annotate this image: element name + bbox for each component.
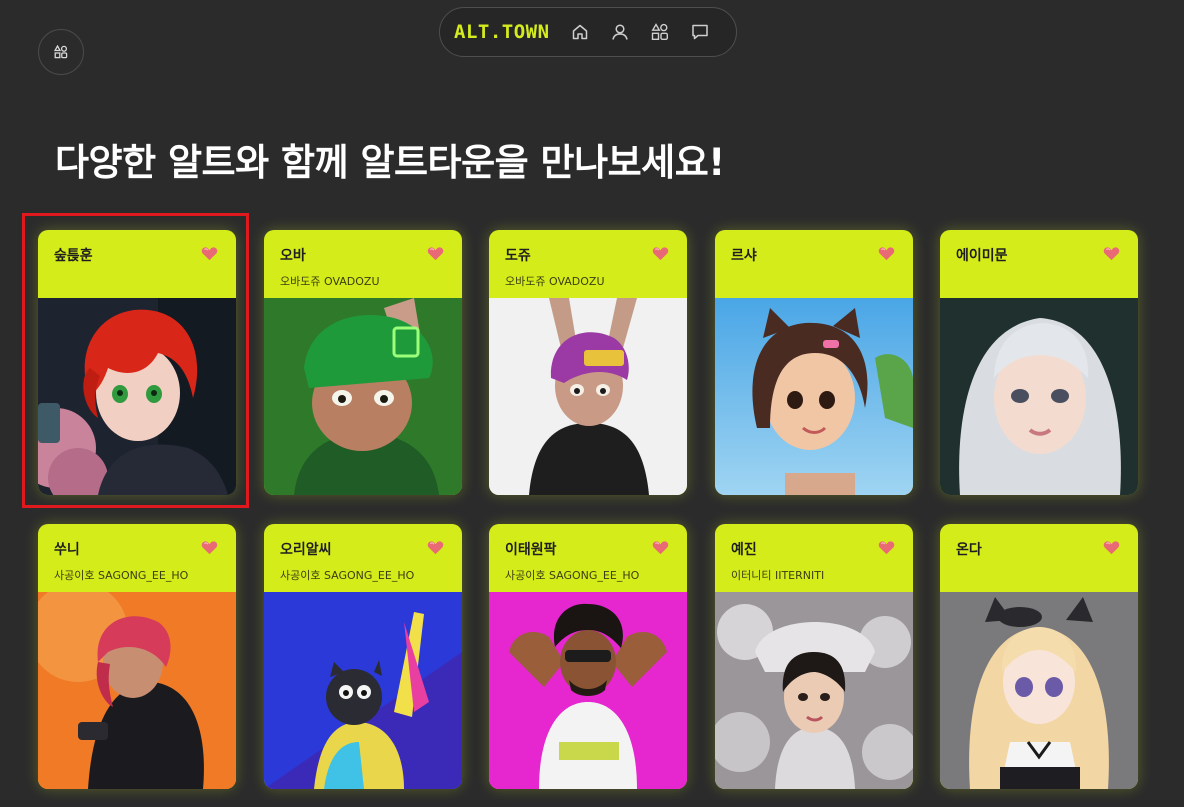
card-header: 쑤니 사공이호 SAGONG_EE_HO [38,524,236,592]
character-image [940,592,1138,789]
alt-card[interactable]: 도쥬 오바도쥬 OVADOZU [489,230,687,495]
nav-home[interactable] [560,12,600,52]
card-header: 도쥬 오바도쥬 OVADOZU [489,230,687,298]
card-header: 오리알씨 사공이호 SAGONG_EE_HO [264,524,462,592]
shapes-icon [651,23,668,41]
home-icon [572,24,587,40]
nav-alts[interactable] [640,12,680,52]
character-image [38,298,236,495]
nav-chat[interactable] [680,12,720,52]
card-name: 오바 [280,248,306,264]
card-name: 도쥬 [505,248,531,264]
card-creator: 오바도쥬 OVADOZU [280,275,380,288]
card-creator: 사공이호 SAGONG_EE_HO [505,569,640,582]
card-name: 르샤 [731,248,757,264]
card-creator: 이터니티 IITERNITI [731,569,825,582]
user-icon [611,24,628,40]
heart-icon[interactable] [878,540,895,555]
character-image [940,298,1138,495]
heart-icon[interactable] [427,246,444,261]
card-name: 숲튽훈 [54,248,93,264]
heart-icon[interactable] [201,540,218,555]
alt-card[interactable]: 숲튽훈 [38,230,236,495]
card-header: 온다 [940,524,1138,592]
heart-icon[interactable] [1103,246,1120,261]
card-creator: 사공이호 SAGONG_EE_HO [54,569,189,582]
card-name: 이태원팍 [505,542,557,558]
alt-card[interactable]: 이태원팍 사공이호 SAGONG_EE_HO [489,524,687,789]
character-image [489,592,687,789]
nav-profile[interactable] [600,12,640,52]
top-navbar: ALT.TOWN [439,7,737,57]
heart-icon[interactable] [878,246,895,261]
alt-card[interactable]: 에이미문 [940,230,1138,495]
card-name: 오리알씨 [280,542,332,558]
character-image [715,298,913,495]
logo[interactable]: ALT.TOWN [454,21,550,43]
card-name: 쑤니 [54,542,80,558]
page-title: 다양한 알트와 함께 알트타운을 만나보세요! [55,141,725,184]
character-image [715,592,913,789]
card-header: 에이미문 [940,230,1138,298]
card-header: 예진 이터니티 IITERNITI [715,524,913,592]
heart-icon[interactable] [427,540,444,555]
card-name: 에이미문 [956,248,1008,264]
heart-icon[interactable] [652,540,669,555]
card-header: 이태원팍 사공이호 SAGONG_EE_HO [489,524,687,592]
card-creator: 사공이호 SAGONG_EE_HO [280,569,415,582]
card-header: 르샤 [715,230,913,298]
card-name: 온다 [956,542,982,558]
heart-icon[interactable] [201,246,218,261]
heart-icon[interactable] [1103,540,1120,555]
heart-icon[interactable] [652,246,669,261]
card-name: 예진 [731,542,757,558]
character-image [264,298,462,495]
card-header: 오바 오바도쥬 OVADOZU [264,230,462,298]
avatar-menu-button[interactable] [38,29,84,75]
card-header: 숲튽훈 [38,230,236,298]
character-image [38,592,236,789]
alt-card[interactable]: 오리알씨 사공이호 SAGONG_EE_HO [264,524,462,789]
character-image [264,592,462,789]
alt-card[interactable]: 르샤 [715,230,913,495]
shapes-icon [54,45,68,59]
chat-icon [691,24,708,40]
character-image [489,298,687,495]
alt-card[interactable]: 예진 이터니티 IITERNITI [715,524,913,789]
alt-card[interactable]: 온다 [940,524,1138,789]
card-creator: 오바도쥬 OVADOZU [505,275,605,288]
alt-card[interactable]: 오바 오바도쥬 OVADOZU [264,230,462,495]
alt-card[interactable]: 쑤니 사공이호 SAGONG_EE_HO [38,524,236,789]
